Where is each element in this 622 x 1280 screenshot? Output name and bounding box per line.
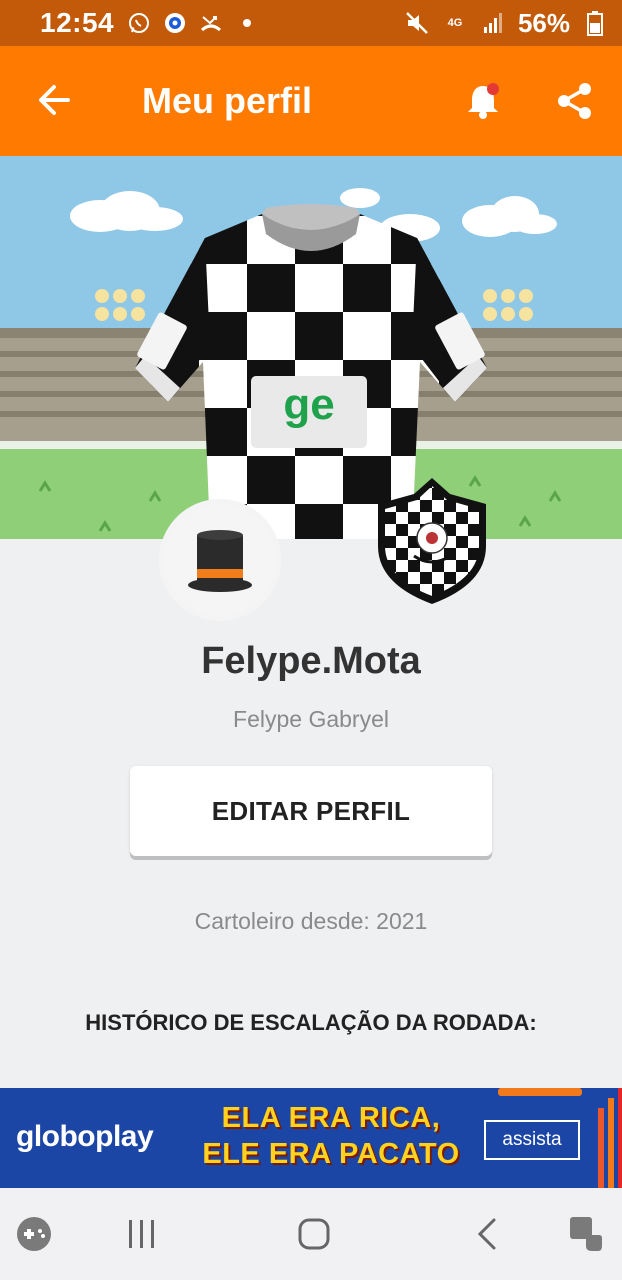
ad-headline-line2: ELE ERA PACATO <box>202 1138 460 1170</box>
team-shield-icon[interactable] <box>372 476 492 606</box>
battery-percent: 56% <box>517 7 570 38</box>
avatar[interactable] <box>165 505 275 615</box>
ad-cta-button[interactable]: assista <box>484 1120 580 1160</box>
soccer-app-icon <box>162 10 188 36</box>
ad-tab-decoration <box>498 1088 582 1096</box>
network-label: 4G <box>447 16 463 29</box>
top-hat-icon <box>165 505 275 615</box>
member-since: Cartoleiro desde: 2021 <box>194 908 428 934</box>
ad-headline-line1: ELA ERA RICA, <box>221 1102 441 1134</box>
notification-dot-icon <box>234 10 260 36</box>
ad-headline: ELA ERA RICA, ELE ERA PACATO <box>186 1100 476 1172</box>
game-launcher-icon[interactable] <box>14 1214 54 1254</box>
full-name: Felype Gabryel <box>233 706 389 732</box>
network-4g-icon: 4G <box>442 10 468 36</box>
mute-icon <box>404 10 430 36</box>
notification-bell-icon[interactable] <box>462 80 504 122</box>
ad-brand-logo: globoplay <box>16 1120 154 1153</box>
username: Felype.Mota <box>201 640 421 682</box>
share-icon[interactable] <box>554 80 596 122</box>
page-title: Meu perfil <box>142 80 313 121</box>
app-bar: Meu perfil <box>0 46 622 156</box>
system-nav-bar <box>0 1188 622 1280</box>
recent-apps-icon[interactable] <box>122 1214 162 1254</box>
missed-call-icon <box>198 10 224 36</box>
battery-icon <box>582 10 608 36</box>
status-bar: 12:54 4G 56% <box>0 0 622 46</box>
whatsapp-icon <box>126 10 152 36</box>
status-time: 12:54 <box>40 7 115 38</box>
ad-banner[interactable]: globoplay ELA ERA RICA, ELE ERA PACATO a… <box>0 1088 622 1188</box>
history-heading: HISTÓRICO DE ESCALAÇÃO DA RODADA: <box>85 1010 537 1035</box>
back-nav-icon[interactable] <box>468 1214 508 1254</box>
sponsor-logo: ge <box>283 380 335 429</box>
profile-hero: ge <box>0 156 622 539</box>
back-arrow-icon[interactable] <box>34 80 74 120</box>
home-icon[interactable] <box>294 1214 334 1254</box>
touch-assist-icon[interactable] <box>566 1214 606 1254</box>
signal-icon <box>480 10 506 36</box>
edit-profile-button[interactable]: EDITAR PERFIL <box>130 766 492 856</box>
stadium-illustration <box>0 156 622 539</box>
ad-decoration <box>598 1088 622 1188</box>
